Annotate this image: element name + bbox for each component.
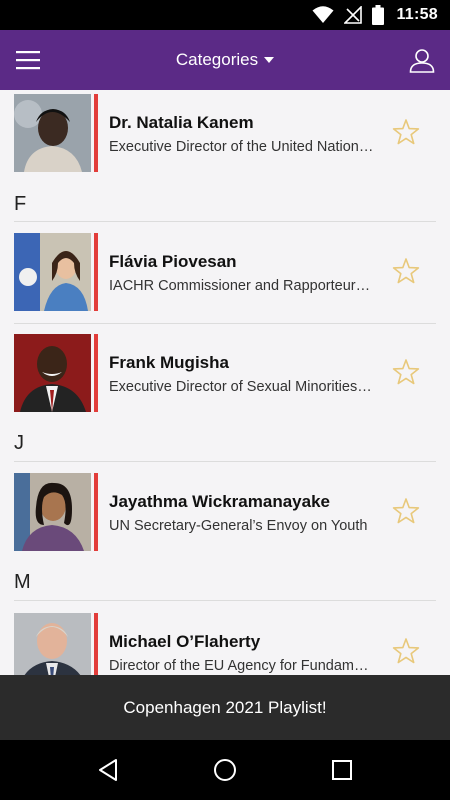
person-name: Flávia Piovesan (109, 252, 237, 271)
person-name: Dr. Natalia Kanem (109, 113, 254, 132)
status-bar: 11:58 (0, 0, 450, 30)
star-icon[interactable] (392, 257, 420, 285)
playlist-banner-label: Copenhagen 2021 Playlist! (123, 697, 327, 717)
person-name: Michael O’Flaherty (109, 632, 261, 651)
recents-icon[interactable] (317, 745, 367, 795)
list-item[interactable]: Dr. Natalia Kanem Executive Director of … (0, 90, 450, 180)
accent-bar (94, 334, 98, 412)
star-icon[interactable] (392, 118, 420, 146)
person-role: Executive Director of Sexual Minorities … (109, 379, 374, 395)
list-item[interactable]: Flávia Piovesan IACHR Commissioner and R… (0, 229, 450, 319)
list-item[interactable]: Jayathma Wickramanayake UN Secretary-Gen… (0, 469, 450, 559)
person-photo (14, 94, 91, 172)
accent-bar (94, 473, 98, 551)
person-photo (14, 613, 91, 675)
hamburger-menu-icon[interactable] (0, 30, 56, 90)
section-header: F (14, 193, 27, 215)
person-photo (14, 233, 91, 311)
person-role: IACHR Commissioner and Rapporteur on LGB… (109, 278, 374, 294)
wifi-icon (312, 6, 334, 24)
list-item[interactable]: Michael O’Flaherty Director of the EU Ag… (0, 609, 450, 675)
list-item[interactable]: Frank Mugisha Executive Director of Sexu… (0, 330, 450, 420)
person-role: Executive Director of the United Nations… (109, 139, 374, 155)
user-profile-icon[interactable] (394, 30, 450, 90)
back-icon[interactable] (83, 745, 133, 795)
system-nav-bar (0, 740, 450, 800)
divider (14, 600, 436, 601)
section-header: J (14, 432, 24, 454)
clock: 11:58 (396, 6, 438, 23)
person-role: UN Secretary-General’s Envoy on Youth (109, 518, 368, 534)
person-photo (14, 473, 91, 551)
divider (14, 461, 436, 462)
people-list[interactable]: Dr. Natalia Kanem Executive Director of … (0, 90, 450, 675)
person-role: Director of the EU Agency for Fundamenta… (109, 658, 374, 674)
caret-down-icon (264, 57, 275, 63)
star-icon[interactable] (392, 637, 420, 665)
divider (14, 323, 436, 324)
divider (14, 221, 436, 222)
star-icon[interactable] (392, 497, 420, 525)
no-signal-icon (344, 6, 363, 24)
app-bar: Categories (0, 30, 450, 90)
categories-dropdown[interactable]: Categories (175, 50, 275, 70)
person-name: Jayathma Wickramanayake (109, 492, 330, 511)
home-icon[interactable] (200, 745, 250, 795)
star-icon[interactable] (392, 358, 420, 386)
person-name: Frank Mugisha (109, 353, 229, 372)
accent-bar (94, 94, 98, 172)
accent-bar (94, 233, 98, 311)
playlist-banner[interactable]: Copenhagen 2021 Playlist! (0, 675, 450, 740)
battery-icon (372, 5, 385, 25)
person-photo (14, 334, 91, 412)
page-title: Categories (175, 50, 259, 69)
accent-bar (94, 613, 98, 675)
section-header: M (14, 571, 31, 593)
